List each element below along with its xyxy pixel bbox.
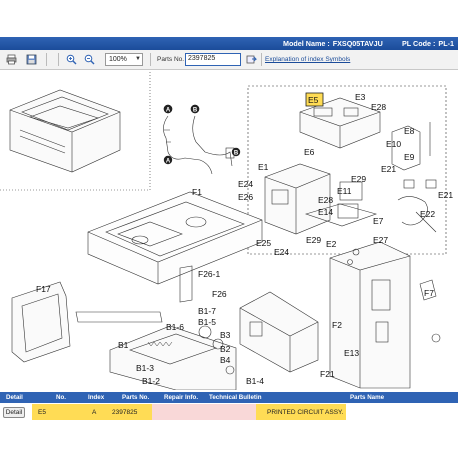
part-label-e29b[interactable]: E29	[306, 235, 321, 245]
parts-table-header: Detail No. Index Parts No. Repair Info. …	[0, 392, 458, 403]
part-label-e22[interactable]: E22	[420, 209, 435, 219]
part-label-e24[interactable]: E24	[238, 179, 253, 189]
part-label-f26[interactable]: F26	[212, 289, 227, 299]
zoom-select[interactable]: 100% ▼	[105, 53, 143, 66]
row-index: A	[92, 409, 97, 416]
svg-text:A: A	[166, 108, 171, 114]
svg-text:A: A	[166, 159, 171, 165]
zoom-in-icon[interactable]	[65, 53, 78, 66]
chevron-down-icon: ▼	[135, 56, 141, 62]
part-label-e1[interactable]: E1	[258, 162, 269, 172]
part-label-e8[interactable]: E8	[404, 126, 415, 136]
toolbar: 100% ▼ Parts No. 2397825 Explanation of …	[0, 50, 458, 70]
callout-b: B	[190, 104, 200, 114]
part-label-b1-3[interactable]: B1-3	[136, 363, 154, 373]
part-label-e11[interactable]: E11	[337, 186, 352, 196]
part-label-e3[interactable]: E3	[355, 92, 366, 102]
part-label-e5[interactable]: E5	[308, 95, 319, 105]
part-label-e14[interactable]: E14	[318, 207, 333, 217]
part-label-e28[interactable]: E28	[371, 102, 386, 112]
col-parts-name: Parts Name	[350, 394, 385, 401]
part-label-b2[interactable]: B2	[220, 344, 231, 354]
toolbar-separator	[261, 53, 262, 66]
part-label-e25[interactable]: E25	[256, 238, 271, 248]
toolbar-separator	[46, 53, 47, 66]
part-label-e10[interactable]: E10	[386, 139, 401, 149]
part-label-b1-5[interactable]: B1-5	[198, 317, 216, 327]
detail-button[interactable]: Detail	[3, 407, 25, 418]
plcode-label: PL Code :	[402, 39, 436, 48]
part-label-e28b[interactable]: E28	[318, 195, 333, 205]
zoom-out-icon[interactable]	[83, 53, 96, 66]
row-no: E5	[38, 409, 46, 416]
part-label-e9[interactable]: E9	[404, 152, 415, 162]
col-detail: Detail	[6, 394, 23, 401]
pl-code: PL Code : PL-1	[402, 39, 454, 48]
col-index: Index	[88, 394, 105, 401]
model-label: Model Name :	[283, 39, 330, 48]
model-value: FXSQ05TAVJU	[332, 39, 383, 48]
row-highlight-pink	[152, 404, 256, 420]
toolbar-separator	[150, 53, 151, 66]
table-row[interactable]: Detail E5 A 2397825 PRINTED CIRCUIT ASSY…	[0, 404, 458, 420]
part-label-e21b[interactable]: E21	[438, 190, 453, 200]
part-label-e21[interactable]: E21	[381, 164, 396, 174]
exploded-parts-diagram: A B A B E5 E3 E28 E6 E8 E10 E9 E21 E1 E2…	[0, 72, 458, 390]
part-label-e2[interactable]: E2	[326, 239, 337, 249]
part-label-e27[interactable]: E27	[373, 235, 388, 245]
search-parts-icon[interactable]	[245, 53, 258, 66]
part-label-b3[interactable]: B3	[220, 330, 231, 340]
parts-no-input[interactable]: 2397825	[185, 53, 241, 66]
title-bar: Model Name : FXSQ05TAVJU PL Code : PL-1	[0, 37, 458, 50]
part-label-f1[interactable]: F1	[192, 187, 202, 197]
svg-text:B: B	[193, 108, 198, 114]
part-label-b1-6[interactable]: B1-6	[166, 322, 184, 332]
part-label-f26-1[interactable]: F26-1	[198, 269, 220, 279]
part-label-b1-2[interactable]: B1-2	[142, 376, 160, 386]
col-repair-info: Repair Info.	[164, 394, 199, 401]
part-label-b1-4[interactable]: B1-4	[246, 376, 264, 386]
part-label-f7[interactable]: F7	[424, 288, 434, 298]
save-icon[interactable]	[25, 53, 38, 66]
print-icon[interactable]	[5, 53, 18, 66]
col-parts-no: Parts No.	[122, 394, 150, 401]
part-label-e6[interactable]: E6	[304, 147, 315, 157]
model-name: Model Name : FXSQ05TAVJU	[283, 39, 383, 48]
part-label-e26[interactable]: E26	[238, 192, 253, 202]
part-label-e13[interactable]: E13	[344, 348, 359, 358]
callout-b-lower: B	[231, 147, 241, 157]
row-parts-no: 2397825	[112, 409, 138, 416]
toolbar-separator	[58, 53, 59, 66]
callout-a: A	[163, 104, 173, 114]
col-technical-bulletin: Technical Bulletin	[209, 394, 262, 401]
part-label-b1[interactable]: B1	[118, 340, 129, 350]
callout-a-lower: A	[163, 155, 173, 165]
part-label-b4[interactable]: B4	[220, 355, 231, 365]
svg-text:B: B	[234, 151, 239, 157]
diagram-svg: A B A B E5 E3 E28 E6 E8 E10 E9 E21 E1 E2…	[0, 72, 453, 390]
part-label-f21[interactable]: F21	[320, 369, 335, 379]
row-parts-name: PRINTED CIRCUIT ASSY.	[267, 409, 344, 416]
zoom-value: 100%	[109, 56, 127, 63]
col-no: No.	[56, 394, 66, 401]
part-label-e24b[interactable]: E24	[274, 247, 289, 257]
explanation-link[interactable]: Explanation of index Symbols	[265, 56, 350, 63]
part-label-f2[interactable]: F2	[332, 320, 342, 330]
part-label-b1-7[interactable]: B1-7	[198, 306, 216, 316]
part-label-f17[interactable]: F17	[36, 284, 51, 294]
part-label-e29[interactable]: E29	[351, 174, 366, 184]
plcode-value: PL-1	[438, 39, 454, 48]
part-label-e7[interactable]: E7	[373, 216, 384, 226]
parts-no-label: Parts No.	[157, 56, 185, 63]
